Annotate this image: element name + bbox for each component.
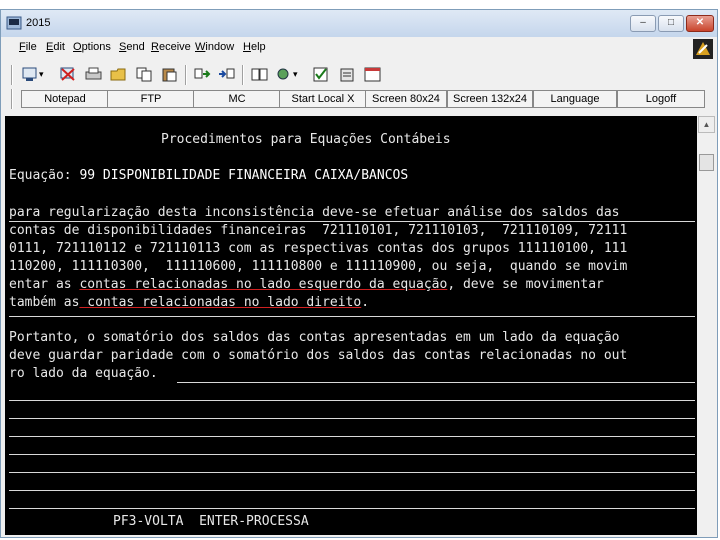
notepad-button[interactable]: Notepad bbox=[21, 90, 109, 108]
icon-toolbar: ▾ ▾ bbox=[1, 61, 717, 89]
dropdown-arrow-icon[interactable]: ▾ bbox=[39, 67, 56, 82]
start-local-x-button[interactable]: Start Local X bbox=[279, 90, 367, 108]
window-title: 2015 bbox=[26, 17, 51, 29]
menu-window[interactable]: Window bbox=[195, 41, 234, 53]
left-side-accounts-highlight: contas relacionadas no lado esquerdo da … bbox=[79, 277, 448, 292]
button-toolbar: Notepad FTP MC Start Local X Screen 80x2… bbox=[1, 89, 717, 113]
book-icon[interactable] bbox=[251, 67, 268, 82]
line5-text-c: , deve se movimentar bbox=[447, 277, 604, 292]
vendor-logo-icon bbox=[693, 39, 713, 59]
paragraph1-line3: 0111, 721110112 e 721110113 com as respe… bbox=[9, 241, 628, 256]
blank-field-rule bbox=[9, 472, 695, 473]
blank-field-rule bbox=[9, 454, 695, 455]
logoff-button[interactable]: Logoff bbox=[617, 90, 705, 108]
paste-icon[interactable] bbox=[161, 67, 178, 82]
mc-button[interactable]: MC bbox=[193, 90, 281, 108]
blank-field-rule bbox=[9, 418, 695, 419]
toolbar-separator bbox=[11, 65, 13, 85]
ftp-button[interactable]: FTP bbox=[107, 90, 195, 108]
equation-label: Equação: bbox=[9, 168, 80, 183]
app-window: 2015 – □ ✕ File Edit Options Send Receiv… bbox=[0, 9, 718, 538]
screen-capture-icon[interactable] bbox=[364, 67, 381, 82]
toolbar-separator bbox=[185, 65, 187, 85]
print-icon[interactable] bbox=[85, 67, 102, 82]
right-side-accounts-highlight: contas relacionadas no lado direito bbox=[79, 295, 362, 310]
toolbar-separator bbox=[11, 89, 13, 109]
toolbar-separator bbox=[242, 65, 244, 85]
paragraph1-line6: também as contas relacionadas no lado di… bbox=[9, 295, 369, 310]
paragraph2-line3: ro lado da equação. bbox=[9, 366, 158, 381]
line6-text-a: também as bbox=[9, 295, 80, 310]
blank-field-rule bbox=[9, 490, 695, 491]
paragraph1-line4: 110200, 111110300, 111110600, 111110800 … bbox=[9, 259, 628, 274]
equation-value: 99 DISPONIBILIDADE FINANCEIRA CAIXA/BANC… bbox=[79, 168, 409, 183]
title-bar[interactable]: 2015 – □ ✕ bbox=[1, 10, 717, 37]
paragraph1-line5: entar as contas relacionadas no lado esq… bbox=[9, 277, 604, 292]
terminal-heading: Procedimentos para Equações Contábeis bbox=[161, 132, 451, 147]
maximize-button[interactable]: □ bbox=[658, 15, 684, 32]
blank-field-rule bbox=[9, 400, 695, 401]
language-button[interactable]: Language bbox=[533, 90, 617, 108]
close-button[interactable]: ✕ bbox=[686, 15, 714, 32]
connect-icon[interactable] bbox=[21, 67, 38, 82]
scroll-up-arrow-icon[interactable]: ▲ bbox=[698, 116, 715, 133]
menu-options[interactable]: Options bbox=[73, 41, 111, 53]
minimize-button[interactable]: – bbox=[630, 15, 656, 32]
paragraph1-line1: para regularização desta inconsistência … bbox=[9, 205, 620, 220]
disconnect-icon[interactable] bbox=[59, 67, 76, 82]
vertical-scrollbar[interactable]: ▲ bbox=[698, 116, 715, 535]
screen-80x24-button[interactable]: Screen 80x24 bbox=[365, 90, 447, 108]
menu-help[interactable]: Help bbox=[243, 41, 266, 53]
terminal-screen[interactable]: Procedimentos para Equações Contábeis Eq… bbox=[5, 116, 697, 535]
line6-text-c: . bbox=[361, 295, 370, 310]
open-folder-icon[interactable] bbox=[110, 67, 127, 82]
paragraph2-line1: Portanto, o somatório dos saldos das con… bbox=[9, 330, 620, 345]
terminal-app-icon bbox=[6, 16, 22, 30]
menu-send[interactable]: Send bbox=[119, 41, 145, 53]
underline-rule bbox=[9, 221, 695, 222]
send-file-icon[interactable] bbox=[194, 67, 211, 82]
function-key-hint: PF3-VOLTA ENTER-PROCESSA bbox=[113, 514, 309, 529]
blank-field-rule bbox=[9, 508, 695, 509]
dropdown-arrow-icon[interactable]: ▾ bbox=[293, 67, 310, 82]
menu-edit[interactable]: Edit bbox=[46, 41, 65, 53]
menu-receive[interactable]: Receive bbox=[151, 41, 191, 53]
screen-132x24-button[interactable]: Screen 132x24 bbox=[447, 90, 533, 108]
line5-text-a: entar as bbox=[9, 277, 80, 292]
copy-icon[interactable] bbox=[136, 67, 153, 82]
equation-line: Equação: 99 DISPONIBILIDADE FINANCEIRA C… bbox=[9, 168, 408, 183]
macro-icon[interactable] bbox=[275, 67, 292, 82]
paragraph1-line2: contas de disponibilidades financeiras 7… bbox=[9, 223, 628, 238]
blank-field-rule bbox=[9, 436, 695, 437]
underline-rule bbox=[177, 382, 695, 383]
settings-icon[interactable] bbox=[339, 67, 356, 82]
menu-bar: File Edit Options Send Receive Window He… bbox=[1, 38, 717, 60]
paragraph2-line2: deve guardar paridade com o somatório do… bbox=[9, 348, 628, 363]
check-icon[interactable] bbox=[313, 67, 330, 82]
menu-file[interactable]: File bbox=[19, 41, 37, 53]
underline-rule bbox=[9, 316, 695, 317]
scrollbar-thumb[interactable] bbox=[699, 154, 714, 171]
receive-file-icon[interactable] bbox=[218, 67, 235, 82]
